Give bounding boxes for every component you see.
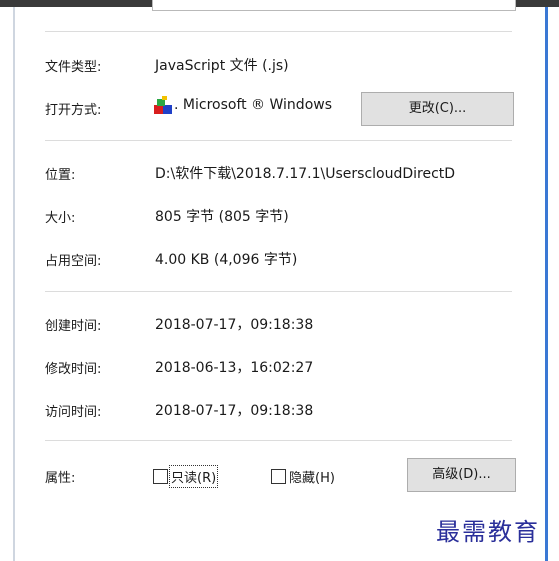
- size-on-disk-label: 占用空间:: [45, 254, 102, 269]
- separator: [45, 291, 512, 292]
- dialog-left-edge: [13, 7, 15, 561]
- hidden-checkbox-label: 隐藏(H): [289, 471, 335, 486]
- attributes-label: 属性:: [45, 471, 76, 486]
- watermark-logo: 最需教育: [436, 518, 540, 546]
- checkbox-box[interactable]: [153, 469, 168, 484]
- window-right-border: [545, 7, 548, 561]
- modified-label: 修改时间:: [45, 362, 102, 377]
- readonly-checkbox-label: 只读(R): [168, 465, 219, 488]
- windows-script-host-icon: [154, 96, 172, 114]
- modified-value: 2018-06-13，16:02:27: [155, 360, 314, 376]
- size-on-disk-value: 4.00 KB (4,096 字节): [155, 252, 298, 268]
- accessed-label: 访问时间:: [45, 405, 102, 420]
- readonly-checkbox[interactable]: 只读(R): [153, 465, 219, 488]
- separator: [45, 440, 512, 441]
- accessed-value: 2018-07-17，09:18:38: [155, 403, 314, 419]
- size-value: 805 字节 (805 字节): [155, 209, 289, 225]
- created-value: 2018-07-17，09:18:38: [155, 317, 314, 333]
- filename-input[interactable]: [152, 0, 516, 11]
- advanced-button[interactable]: 高级(D)...: [407, 458, 516, 492]
- location-label: 位置:: [45, 168, 76, 183]
- change-button[interactable]: 更改(C)...: [361, 92, 514, 126]
- checkbox-box[interactable]: [271, 469, 286, 484]
- separator: [45, 31, 512, 32]
- location-value: D:\软件下载\2018.7.17.1\UserscloudDirectD: [155, 166, 456, 182]
- file-type-label: 文件类型:: [45, 60, 102, 75]
- created-label: 创建时间:: [45, 319, 102, 334]
- file-type-value: JavaScript 文件 (.js): [155, 58, 289, 74]
- separator: [45, 140, 512, 141]
- hidden-checkbox[interactable]: 隐藏(H): [271, 467, 335, 486]
- size-label: 大小:: [45, 211, 76, 226]
- app-name: . Microsoft ® Windows: [174, 97, 333, 113]
- opens-with-label: 打开方式:: [45, 103, 102, 118]
